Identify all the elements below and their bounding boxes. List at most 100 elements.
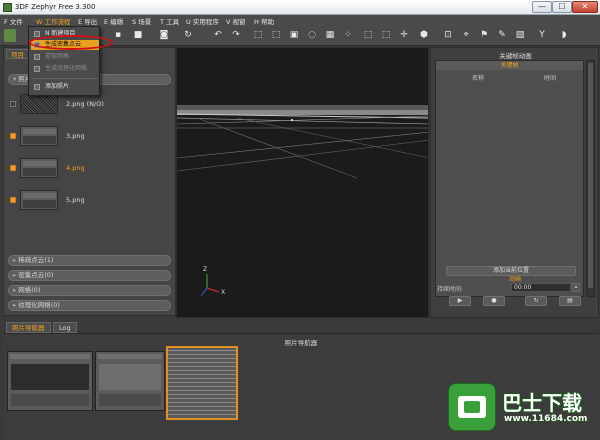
- tab-photo-navigator[interactable]: 照片导航器: [6, 322, 51, 333]
- object-icon[interactable]: ⬢: [418, 29, 430, 42]
- menu-item-label: 生成纹理化网格: [45, 65, 88, 72]
- 3d-viewport[interactable]: Z X: [176, 47, 429, 318]
- play-button[interactable]: ▶: [449, 296, 471, 306]
- camera-icon[interactable]: ◙: [158, 29, 170, 42]
- navigator-thumbnail[interactable]: [95, 351, 165, 411]
- move-icon[interactable]: ✛: [398, 29, 410, 42]
- image-checkbox[interactable]: [10, 101, 16, 107]
- menu-view[interactable]: V 视窗: [226, 16, 246, 26]
- menu-tools[interactable]: T 工具: [160, 16, 179, 26]
- grid-icon[interactable]: ▦: [324, 29, 336, 42]
- menu-utilities[interactable]: U 实用程序: [186, 16, 219, 26]
- loop-button[interactable]: ↻: [525, 296, 547, 306]
- keyframe-scrollbar[interactable]: [586, 60, 595, 297]
- image-checkbox[interactable]: [10, 197, 16, 203]
- ruler-icon[interactable]: ▧: [514, 29, 526, 42]
- collapse-arrow-icon: ▾: [13, 75, 17, 83]
- image-name: 2.png (N/O): [66, 100, 104, 108]
- deselect-icon[interactable]: ⬚: [270, 29, 282, 42]
- image-checkbox[interactable]: [10, 165, 16, 171]
- lasso-icon[interactable]: ◌: [306, 29, 318, 42]
- watermark-name: 巴士下载: [502, 391, 582, 415]
- menu-export[interactable]: E 导出: [78, 16, 97, 26]
- duration-input[interactable]: 00:00: [511, 283, 571, 292]
- mask-icon[interactable]: ◗: [558, 29, 570, 42]
- tab-log[interactable]: Log: [53, 322, 77, 333]
- add-photos-icon: [34, 84, 40, 90]
- box-select-icon[interactable]: ⬚: [380, 29, 392, 42]
- image-thumbnail: [20, 158, 58, 178]
- mesh-section[interactable]: ▸ 网格(0): [8, 285, 171, 296]
- menu-separator: [33, 78, 97, 79]
- rotate-icon[interactable]: ↻: [182, 29, 194, 42]
- project-icon[interactable]: [4, 29, 16, 42]
- dense-cloud-section[interactable]: ▸ 密集点云(0): [8, 270, 171, 281]
- duration-spinner[interactable]: ▴: [572, 283, 580, 292]
- keyframe-animation-panel: 关键帧动画 关键帧 名称 时间 添加当前位置 动画 持续时间: 00:00 ▴ …: [430, 47, 599, 318]
- axis-x-label: X: [221, 289, 226, 296]
- window-title: 3DF Zephyr Free 3.300: [15, 3, 96, 11]
- menu-file[interactable]: F 文件: [4, 16, 23, 26]
- maximize-button[interactable]: ☐: [552, 1, 572, 13]
- column-name: 名称: [472, 75, 485, 82]
- undo-icon[interactable]: ↶: [212, 29, 224, 42]
- app-icon: [3, 3, 12, 12]
- select-points-icon[interactable]: ⬚: [362, 29, 374, 42]
- measure-icon[interactable]: ⊡: [442, 29, 454, 42]
- close-button[interactable]: ✕: [572, 1, 598, 13]
- menu-workflow[interactable]: W 工作流程: [36, 16, 71, 26]
- column-time: 时间: [544, 75, 557, 82]
- image-thumbnail: [20, 190, 58, 210]
- record-button[interactable]: ●: [483, 296, 505, 306]
- image-list-item[interactable]: 3.png: [10, 126, 172, 146]
- redo-icon[interactable]: ↷: [230, 29, 242, 42]
- watermark-logo-icon: [448, 383, 496, 431]
- section-label: 密集点云(0): [18, 271, 54, 279]
- navigator-thumbnail[interactable]: [7, 351, 93, 411]
- image-thumbnail: [20, 126, 58, 146]
- pen-icon[interactable]: ✎: [496, 29, 508, 42]
- section-label: 网格(0): [18, 286, 41, 294]
- image-name: 4.png: [66, 164, 85, 172]
- menu-item-add-photos[interactable]: 添加照片: [31, 82, 99, 92]
- minimize-button[interactable]: —: [532, 1, 552, 13]
- scale-icon[interactable]: ⌖: [460, 29, 472, 42]
- animation-header: 动画: [508, 276, 521, 283]
- scrollbar-thumb[interactable]: [588, 63, 593, 288]
- navigator-title: 照片导航器: [284, 339, 318, 347]
- menu-item-textured-mesh[interactable]: 生成纹理化网格: [31, 64, 99, 74]
- select-icon[interactable]: ⬚: [252, 29, 264, 42]
- textured-mesh-section[interactable]: ▸ 纹理化网格(0): [8, 300, 171, 311]
- mesh-icon: [34, 54, 40, 60]
- image-list-item[interactable]: 2.png (N/O): [10, 94, 172, 114]
- image-checkbox[interactable]: [10, 133, 16, 139]
- points-icon[interactable]: ⁘: [342, 29, 354, 42]
- image-list-item[interactable]: 4.png: [10, 158, 172, 178]
- menu-bar: F 文件 W 工作流程 E 导出 E 编辑 S 场景 T 工具 U 实用程序 V…: [0, 15, 600, 26]
- fork-icon[interactable]: Y: [536, 29, 548, 42]
- image-name: 3.png: [66, 132, 85, 140]
- keyframes-header: 关键帧: [436, 61, 583, 70]
- flag-icon[interactable]: ⚑: [478, 29, 490, 42]
- invert-icon[interactable]: ▣: [288, 29, 300, 42]
- cube-icon[interactable]: ▪: [112, 29, 124, 42]
- viewport-scene: [177, 105, 428, 297]
- menu-item-label: 提取网格: [45, 53, 70, 60]
- menu-edit[interactable]: E 编辑: [104, 16, 123, 26]
- navigator-thumbnail-selected[interactable]: [166, 346, 238, 420]
- section-label: 稀疏点云(1): [18, 256, 54, 264]
- expand-arrow-icon: ▸: [13, 286, 17, 294]
- tab-project[interactable]: 项目: [6, 49, 29, 59]
- menu-scene[interactable]: S 场景: [132, 16, 151, 26]
- new-project-icon: [34, 31, 40, 37]
- export-video-button[interactable]: ▤: [559, 296, 581, 306]
- expand-arrow-icon: ▸: [13, 301, 17, 309]
- sparse-cloud-section[interactable]: ▸ 稀疏点云(1): [8, 255, 171, 266]
- image-name: 5.png: [66, 196, 85, 204]
- image-list-item[interactable]: 5.png: [10, 190, 172, 210]
- save-icon[interactable]: ■: [132, 29, 144, 42]
- menu-item-extract-mesh[interactable]: 提取网格: [31, 52, 99, 62]
- section-label: 纹理化网格(0): [18, 301, 60, 309]
- menu-help[interactable]: H 帮助: [254, 16, 274, 26]
- keyframe-list[interactable]: 关键帧 名称 时间 添加当前位置: [435, 60, 584, 297]
